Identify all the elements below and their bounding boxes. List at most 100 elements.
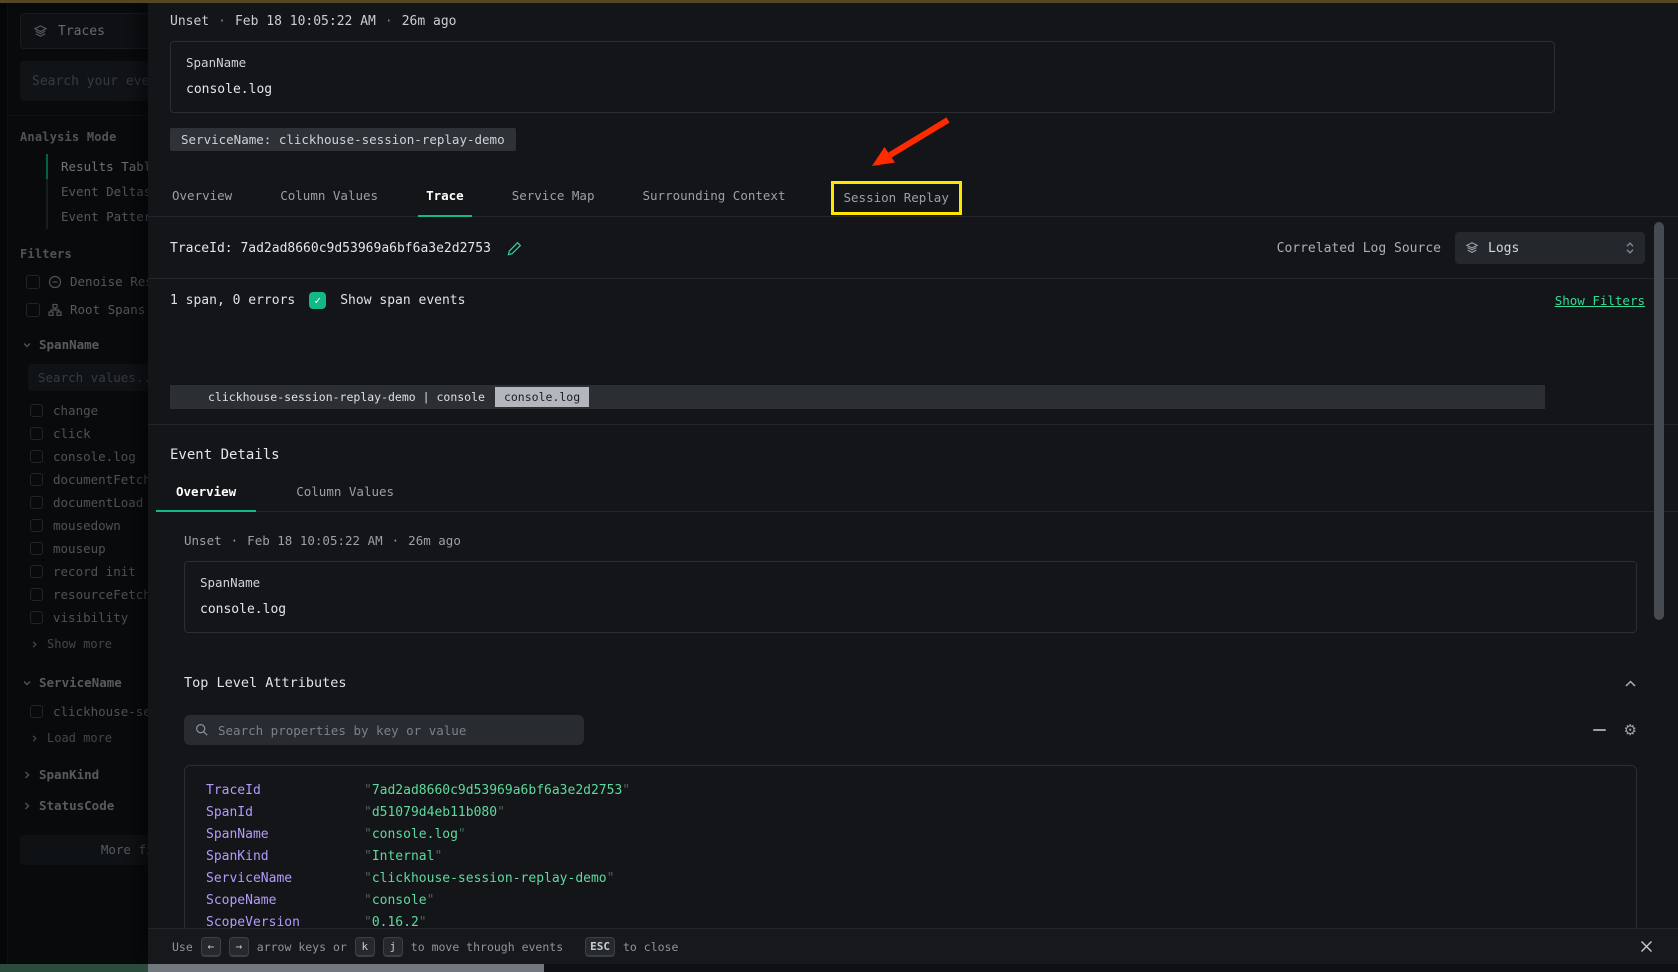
attribute-row[interactable]: ServiceNameclickhouse-session-replay-dem…: [185, 867, 1636, 889]
tab-session-replay[interactable]: Session Replay: [832, 182, 961, 214]
value-label: visibility: [53, 610, 128, 625]
attributes-search[interactable]: [184, 715, 584, 745]
footer-text: to move through events: [411, 940, 563, 954]
ed-tab-overview[interactable]: Overview: [170, 476, 242, 511]
root-spans-checkbox[interactable]: [26, 303, 40, 317]
filter-value-row[interactable]: documentFetch: [30, 468, 148, 491]
chevron-right-icon: [30, 734, 39, 743]
event-details-tabs: Overview Column Values: [162, 476, 1678, 512]
denoise-checkbox[interactable]: [26, 275, 40, 289]
toggle-root-spans-only[interactable]: Root Spans Only: [26, 302, 148, 317]
value-checkbox[interactable]: [30, 588, 43, 601]
gear-icon[interactable]: ⚙: [1624, 723, 1637, 738]
filter-value-row[interactable]: clickhouse-sessio: [30, 700, 148, 723]
service-name-badge[interactable]: ServiceName: clickhouse-session-replay-d…: [170, 128, 516, 151]
value-label: console.log: [53, 449, 136, 464]
group-spankind-header[interactable]: SpanKind: [22, 767, 148, 782]
relative-time: 26m ago: [408, 533, 461, 548]
vertical-scrollbar[interactable]: [1654, 222, 1664, 620]
filter-value-row[interactable]: record init: [30, 560, 148, 583]
divider: [8, 115, 148, 116]
value-label: documentFetch: [53, 472, 148, 487]
value-checkbox[interactable]: [30, 611, 43, 624]
horizontal-scrollbar-thumb[interactable]: [148, 964, 544, 972]
show-span-events-checkbox[interactable]: ✓: [309, 292, 326, 309]
tab-surrounding-context[interactable]: Surrounding Context: [641, 178, 788, 216]
filter-value-row[interactable]: documentLoad: [30, 491, 148, 514]
separator-dot: ·: [218, 14, 226, 29]
spanname-values-search-input[interactable]: [28, 364, 148, 391]
filter-value-row[interactable]: change: [30, 399, 148, 422]
attribute-value: 0.16.2: [364, 915, 427, 929]
ed-tab-column-values[interactable]: Column Values: [290, 476, 400, 511]
span-name-card: SpanName console.log: [184, 561, 1637, 633]
filter-value-row[interactable]: click: [30, 422, 148, 445]
close-icon[interactable]: [1639, 939, 1654, 954]
chevron-right-icon: [30, 640, 39, 649]
attribute-row[interactable]: SpanNameconsole.log: [185, 823, 1636, 845]
filters-title: Filters: [20, 247, 148, 261]
load-more-label: Load more: [47, 731, 112, 745]
collapse-chevron-icon[interactable]: [1624, 679, 1637, 688]
group-statuscode-header[interactable]: StatusCode: [22, 798, 148, 813]
attributes-search-input[interactable]: [218, 723, 573, 738]
value-label: mousedown: [53, 518, 121, 533]
filter-value-row[interactable]: visibility: [30, 606, 148, 629]
tab-overview[interactable]: Overview: [170, 178, 234, 216]
chevron-right-icon: [22, 801, 32, 811]
event-side-panel: Unset · Feb 18 10:05:22 AM · 26m ago Spa…: [148, 0, 1678, 964]
event-details-header: Unset · Feb 18 10:05:22 AM · 26m ago: [184, 533, 1645, 548]
mode-event-deltas[interactable]: Event Deltas: [46, 179, 148, 204]
chevron-right-icon: [22, 770, 32, 780]
span-summary-row: 1 span, 0 errors ✓ Show span events Show…: [170, 279, 1645, 321]
value-checkbox[interactable]: [30, 473, 43, 486]
tab-trace[interactable]: Trace: [424, 178, 466, 216]
mode-event-patterns[interactable]: Event Patterns: [46, 204, 148, 229]
left-arrow-key: ←: [201, 937, 221, 957]
attribute-row[interactable]: ScopeVersion0.16.2: [185, 911, 1636, 928]
value-checkbox[interactable]: [30, 565, 43, 578]
attribute-row[interactable]: TraceId7ad2ad8660c9d53969a6bf6a3e2d2753: [185, 779, 1636, 801]
value-checkbox[interactable]: [30, 404, 43, 417]
attribute-row[interactable]: ScopeNameconsole: [185, 889, 1636, 911]
value-checkbox[interactable]: [30, 542, 43, 555]
esc-key: ESC: [585, 937, 615, 957]
tab-service-map[interactable]: Service Map: [510, 178, 597, 216]
span-bar[interactable]: clickhouse-session-replay-demo | console…: [170, 385, 1545, 409]
edit-pencil-icon[interactable]: [507, 241, 522, 256]
value-checkbox[interactable]: [30, 705, 43, 718]
value-checkbox[interactable]: [30, 496, 43, 509]
value-label: documentLoad: [53, 495, 143, 510]
span-card-value: console.log: [200, 602, 1621, 617]
filter-value-row[interactable]: mouseup: [30, 537, 148, 560]
attribute-row[interactable]: SpanKindInternal: [185, 845, 1636, 867]
value-label: clickhouse-sessio: [53, 704, 148, 719]
attribute-key: TraceId: [206, 783, 364, 798]
load-more-link[interactable]: Load more: [30, 731, 148, 745]
more-filters-button[interactable]: More filters: [20, 835, 148, 865]
filter-value-row[interactable]: console.log: [30, 445, 148, 468]
filter-value-row[interactable]: mousedown: [30, 514, 148, 537]
span-bar-label: clickhouse-session-replay-demo | console: [208, 390, 485, 404]
show-filters-link[interactable]: Show Filters: [1555, 293, 1645, 308]
group-servicename-header[interactable]: ServiceName: [22, 675, 148, 690]
source-selector[interactable]: Traces: [20, 13, 148, 49]
lines-icon[interactable]: [1593, 729, 1606, 731]
log-source-select[interactable]: Logs: [1455, 232, 1645, 264]
toggle-denoise-results[interactable]: Denoise Results: [26, 274, 148, 289]
horizontal-scrollbar[interactable]: [0, 964, 1678, 972]
span-count-text: 1 span, 0 errors: [170, 293, 295, 308]
show-more-link[interactable]: Show more: [30, 637, 148, 651]
layers-icon: [1465, 241, 1479, 255]
value-checkbox[interactable]: [30, 519, 43, 532]
attribute-key: ScopeName: [206, 893, 364, 908]
mode-results-table[interactable]: Results Table: [46, 154, 148, 179]
value-checkbox[interactable]: [30, 450, 43, 463]
filter-value-row[interactable]: resourceFetch: [30, 583, 148, 606]
panel-tabs: Overview Column Values Trace Service Map…: [148, 178, 1678, 217]
group-spanname-header[interactable]: SpanName: [22, 337, 148, 352]
event-search-input[interactable]: [20, 61, 148, 101]
value-checkbox[interactable]: [30, 427, 43, 440]
attribute-row[interactable]: SpanIdd51079d4eb11b080: [185, 801, 1636, 823]
tab-column-values[interactable]: Column Values: [278, 178, 380, 216]
